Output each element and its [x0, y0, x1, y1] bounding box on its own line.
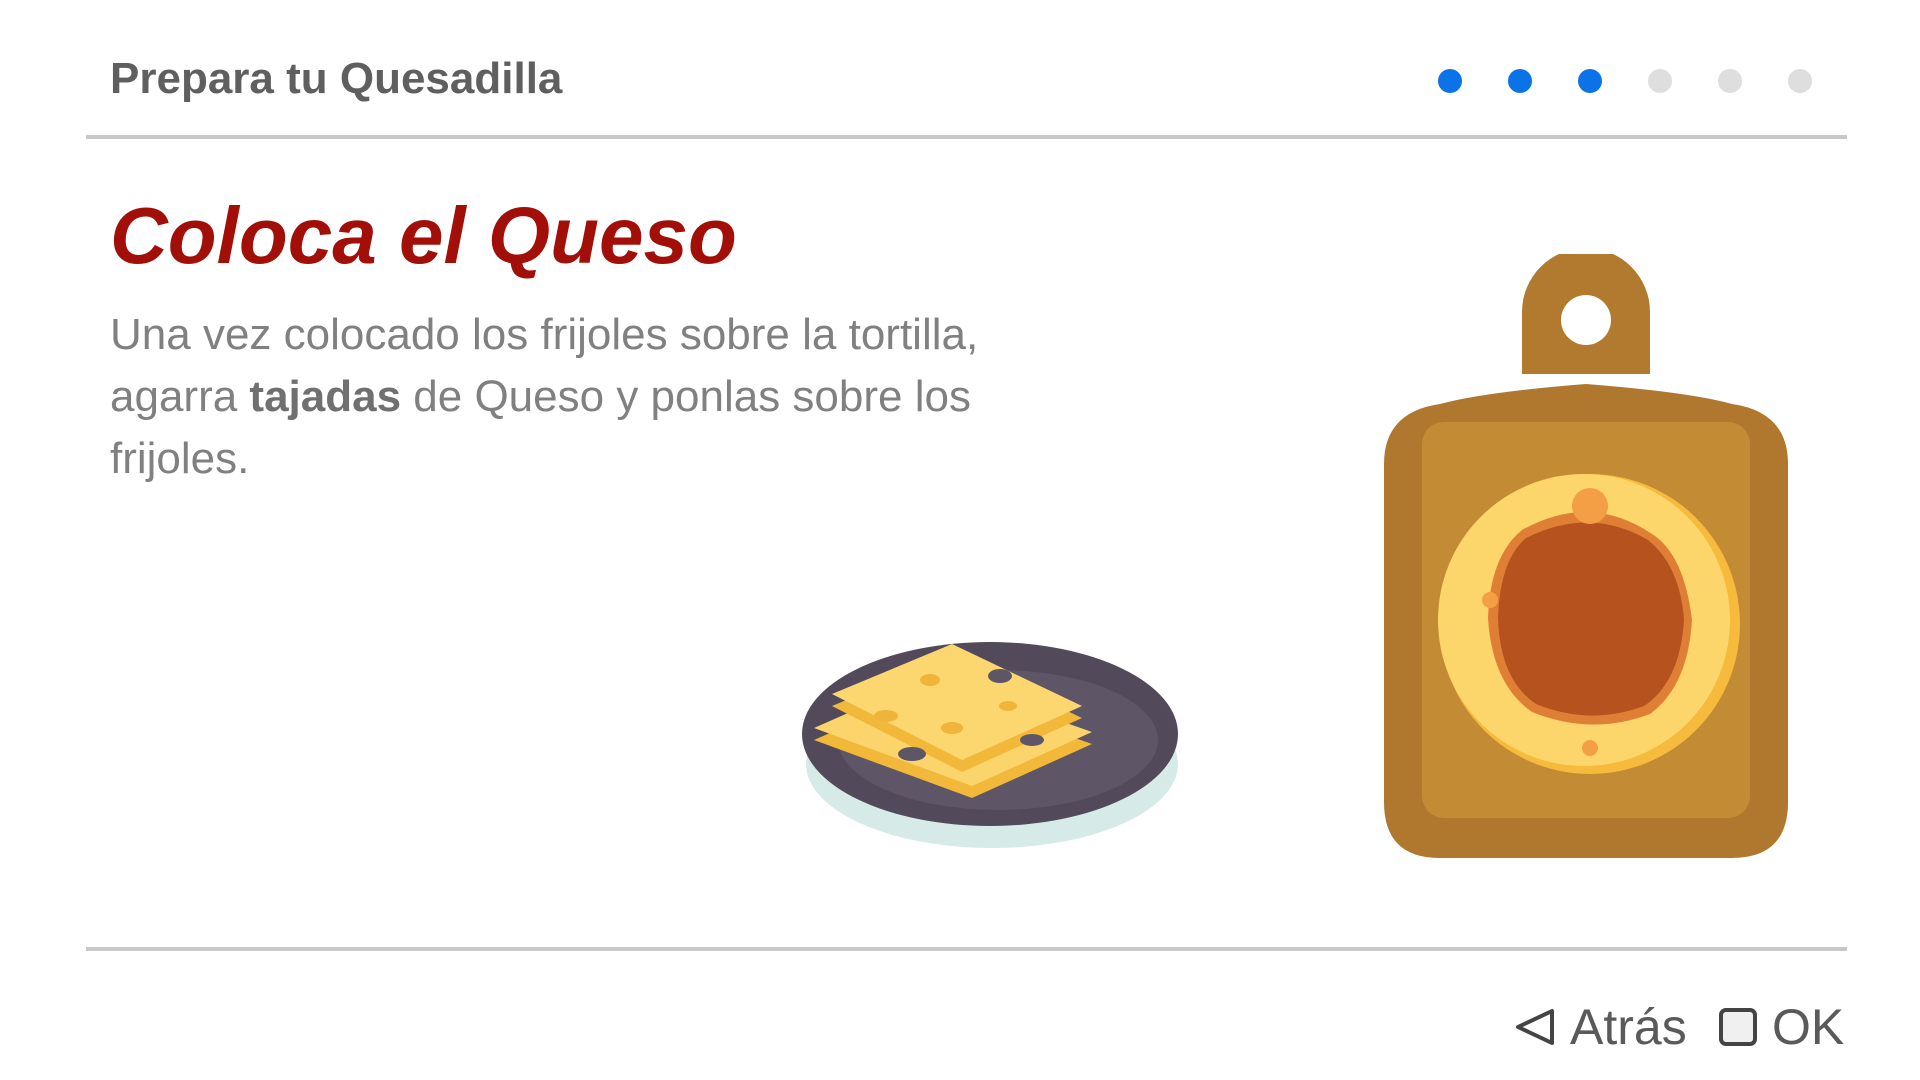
ok-label: OK: [1772, 999, 1845, 1055]
progress-dot-5: [1718, 69, 1742, 93]
progress-dot-1: [1438, 69, 1462, 93]
step-instructions: Una vez colocado los frijoles sobre la t…: [110, 304, 1010, 490]
instruction-emphasis: tajadas: [249, 372, 402, 421]
triangle-left-icon: [1514, 1005, 1558, 1049]
app-title: Prepara tu Quesadilla: [110, 54, 563, 103]
square-icon: [1716, 1005, 1760, 1049]
footer-divider: [86, 947, 1847, 951]
back-label: Atrás: [1570, 999, 1687, 1055]
cutting-board-image[interactable]: [1384, 254, 1788, 858]
back-button[interactable]: Atrás: [1514, 998, 1687, 1056]
progress-dot-4: [1648, 69, 1672, 93]
header: Prepara tu Quesadilla: [86, 0, 1834, 140]
step-progress: [1438, 69, 1812, 93]
header-divider: [86, 135, 1847, 139]
ok-button[interactable]: OK: [1716, 998, 1844, 1056]
cheese-plate-image[interactable]: [802, 636, 1182, 856]
progress-dot-6: [1788, 69, 1812, 93]
progress-dot-2: [1508, 69, 1532, 93]
progress-dot-3: [1578, 69, 1602, 93]
step-title: Coloca el Queso: [110, 191, 737, 280]
footer: Atrás OK: [0, 960, 1920, 1080]
